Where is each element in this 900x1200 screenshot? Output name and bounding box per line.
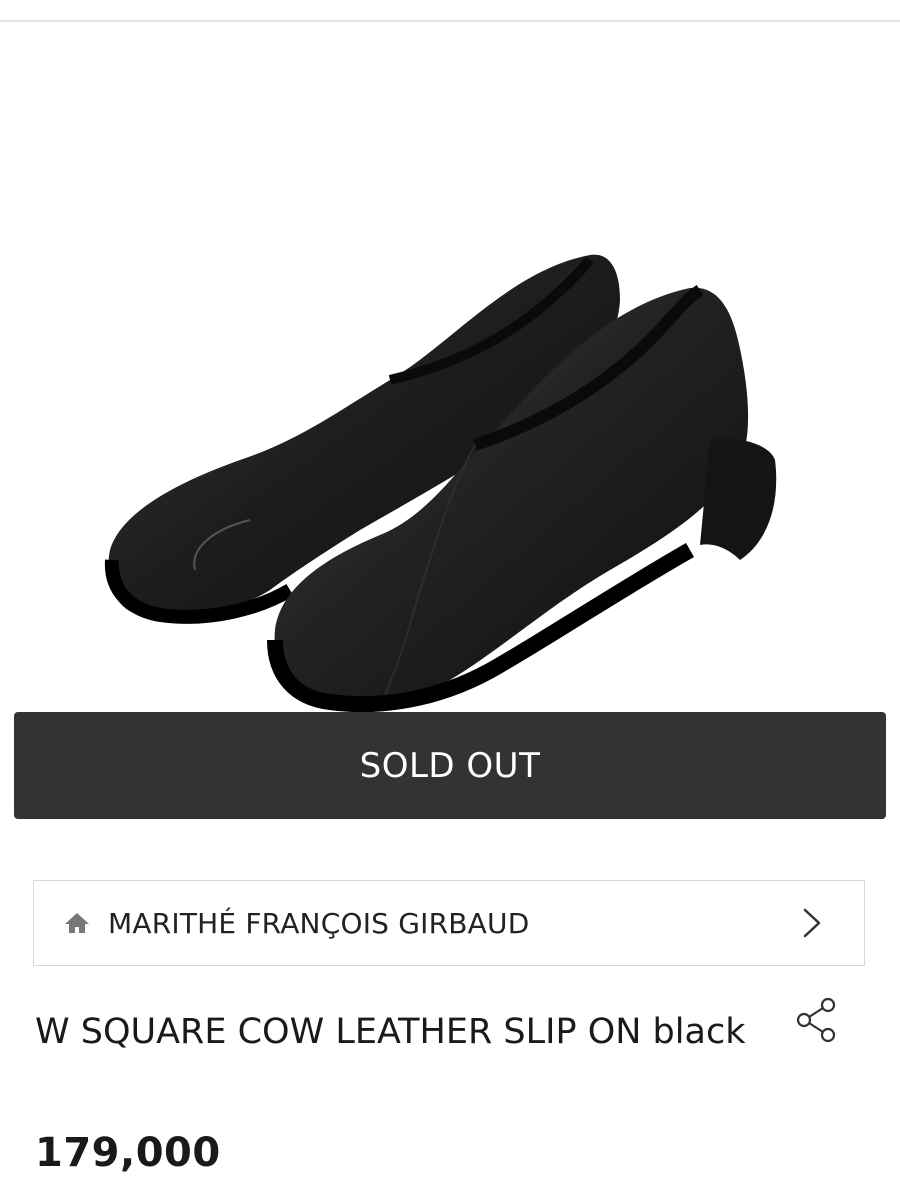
product-price: 179,000 — [35, 1130, 221, 1176]
chevron-right-icon — [802, 905, 826, 941]
product-image — [104, 254, 777, 713]
product-title: W SQUARE COW LEATHER SLIP ON black — [35, 1012, 746, 1052]
sold-out-button[interactable]: SOLD OUT — [14, 712, 886, 819]
brand-name: MARITHÉ FRANÇOIS GIRBAUD — [108, 906, 530, 940]
sold-out-label: SOLD OUT — [359, 745, 541, 786]
home-icon — [64, 909, 92, 937]
top-divider — [0, 20, 900, 22]
brand-link[interactable]: MARITHÉ FRANÇOIS GIRBAUD — [33, 880, 865, 966]
share-icon[interactable] — [794, 996, 840, 1044]
